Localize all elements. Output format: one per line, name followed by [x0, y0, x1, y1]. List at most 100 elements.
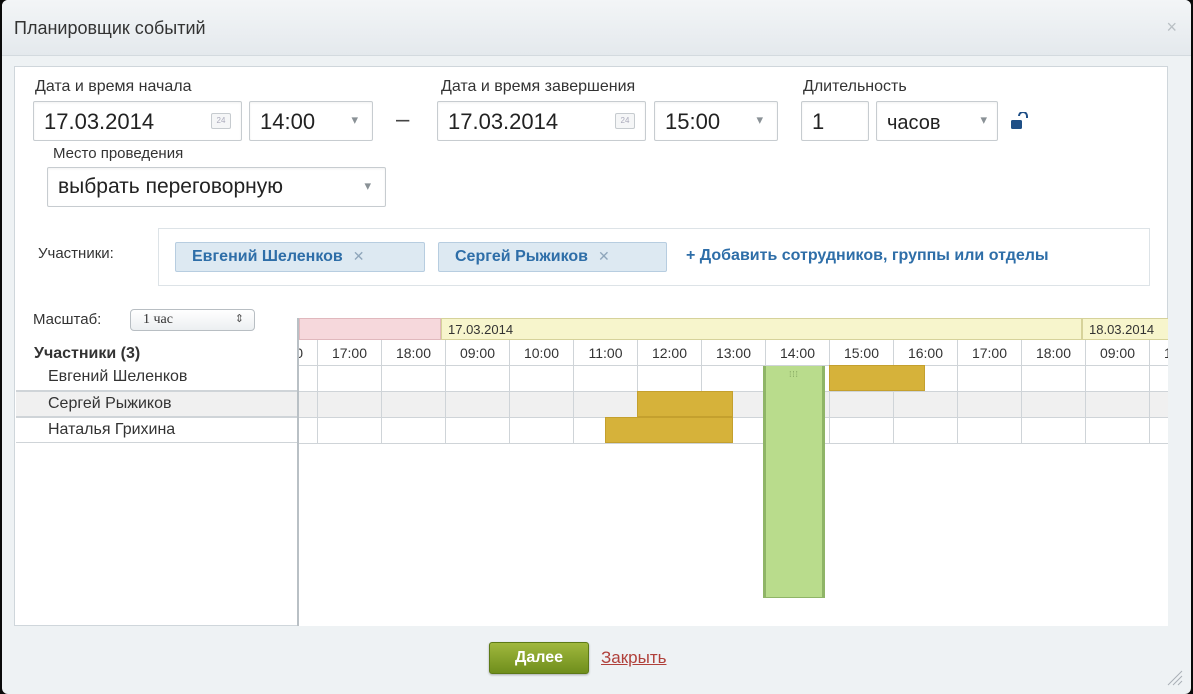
- timeline-cell[interactable]: [957, 392, 1021, 418]
- remove-icon[interactable]: ✕: [353, 248, 365, 264]
- start-time-value: 14:00: [260, 109, 316, 134]
- timeline-cell[interactable]: [1149, 366, 1168, 392]
- start-label: Дата и время начала: [35, 78, 192, 95]
- member-tag: Сергей Рыжиков ✕: [438, 242, 667, 272]
- drag-handle-icon[interactable]: ⁞⁞⁞: [789, 370, 799, 379]
- calendar-icon[interactable]: 24: [615, 113, 635, 129]
- date-header: 17.03.2014: [441, 318, 1082, 340]
- member-tag: Евгений Шеленков ✕: [175, 242, 425, 272]
- timeline-row: [299, 365, 1168, 392]
- participants-header: Участники (3): [34, 345, 141, 362]
- timeline-cell[interactable]: [573, 392, 637, 418]
- scale-label: Масштаб:: [33, 311, 102, 328]
- selected-timeslot[interactable]: ⁞⁞⁞: [763, 366, 825, 598]
- timeline-cell[interactable]: [573, 366, 637, 392]
- timeline-cell[interactable]: [1021, 392, 1085, 418]
- chevron-down-icon: ▾: [756, 112, 763, 127]
- end-date-value: 17.03.2014: [448, 109, 559, 134]
- timeline-cell[interactable]: [299, 366, 317, 392]
- timeline-row: [299, 417, 1168, 444]
- timeline-cell[interactable]: [957, 418, 1021, 444]
- calendar-icon[interactable]: 24: [211, 113, 231, 129]
- timeline-cell[interactable]: [1085, 418, 1149, 444]
- hours-row: 16:0017:0018:0009:0010:0011:0012:0013:00…: [299, 340, 1168, 366]
- timeline-cell[interactable]: [829, 392, 893, 418]
- dialog-titlebar[interactable]: Планировщик событий ×: [2, 0, 1191, 56]
- hour-label: 17:00: [957, 340, 1021, 366]
- timeline-cell[interactable]: [299, 418, 317, 444]
- add-members-link[interactable]: + Добавить сотрудников, группы или отдел…: [686, 247, 1049, 265]
- timeline-cell[interactable]: [445, 418, 509, 444]
- chevron-down-icon: ▾: [980, 112, 987, 127]
- resize-grip-icon[interactable]: [1163, 666, 1183, 686]
- end-time-value: 15:00: [665, 109, 721, 134]
- close-link[interactable]: Закрыть: [601, 648, 666, 668]
- next-button[interactable]: Далее: [489, 642, 589, 674]
- timeline-cell[interactable]: [1149, 392, 1168, 418]
- busy-block: [605, 417, 733, 443]
- duration-unit-select[interactable]: часов ▾: [876, 101, 998, 141]
- start-date-input[interactable]: 17.03.2014 24: [33, 101, 242, 141]
- hour-label: 16:00: [299, 340, 317, 366]
- timeline-cell[interactable]: [381, 392, 445, 418]
- unlock-icon[interactable]: [1010, 112, 1028, 130]
- timeline-cell[interactable]: [1085, 392, 1149, 418]
- hour-label: 14:00: [765, 340, 829, 366]
- timeline-cell[interactable]: [381, 366, 445, 392]
- participant-row[interactable]: Евгений Шеленков: [16, 365, 297, 391]
- start-time-select[interactable]: 14:00 ▾: [249, 101, 373, 141]
- location-value: выбрать переговорную: [58, 175, 283, 198]
- timeline-cell[interactable]: [1149, 418, 1168, 444]
- duration-input[interactable]: 1: [801, 101, 869, 141]
- duration-unit-value: часов: [887, 112, 941, 134]
- timeline-cell[interactable]: [317, 366, 381, 392]
- participant-name: Наталья Грихина: [48, 421, 176, 438]
- hour-label: 15:00: [829, 340, 893, 366]
- stepper-icon: ⇕: [234, 313, 244, 325]
- timeline-cell[interactable]: [637, 366, 701, 392]
- end-time-select[interactable]: 15:00 ▾: [654, 101, 778, 141]
- timeline-cell[interactable]: [893, 392, 957, 418]
- timeline-cell[interactable]: [381, 418, 445, 444]
- timeline-cell[interactable]: [445, 392, 509, 418]
- close-icon[interactable]: ×: [1166, 17, 1177, 38]
- timeline-grid[interactable]: 17.03.2014 18.03.2014 16:0017:0018:0009:…: [299, 318, 1168, 626]
- scale-select[interactable]: 1 час ⇕: [130, 309, 255, 331]
- timeline-cell[interactable]: [893, 418, 957, 444]
- timeline-cell[interactable]: [829, 418, 893, 444]
- location-label: Место проведения: [53, 145, 184, 162]
- timeline-cell[interactable]: [957, 366, 1021, 392]
- chevron-down-icon: ▾: [351, 112, 358, 127]
- remove-icon[interactable]: ✕: [598, 248, 610, 264]
- start-date-value: 17.03.2014: [44, 109, 155, 134]
- member-tag-name: Евгений Шеленков: [192, 248, 343, 265]
- timeline-cell[interactable]: [701, 366, 765, 392]
- end-date-input[interactable]: 17.03.2014 24: [437, 101, 646, 141]
- timeline-cell[interactable]: [1021, 418, 1085, 444]
- timeline-cell[interactable]: [509, 392, 573, 418]
- duration-label: Длительность: [803, 78, 907, 95]
- duration-value: 1: [812, 109, 825, 134]
- hour-label: 09:00: [1085, 340, 1149, 366]
- hour-label: 10:00: [1149, 340, 1168, 366]
- timeline-cell[interactable]: [317, 392, 381, 418]
- range-dash: –: [396, 106, 410, 133]
- hour-label: 10:00: [509, 340, 573, 366]
- busy-block: [829, 365, 925, 391]
- timeline-cell[interactable]: [1021, 366, 1085, 392]
- timeline-cell[interactable]: [317, 418, 381, 444]
- participant-row[interactable]: Наталья Грихина: [16, 417, 297, 443]
- timeline-cell[interactable]: [445, 366, 509, 392]
- timeline-cell[interactable]: [509, 366, 573, 392]
- timeline-row: [299, 391, 1168, 418]
- chevron-down-icon: ▾: [364, 178, 371, 193]
- hour-label: 17:00: [317, 340, 381, 366]
- timeline-cell[interactable]: [299, 392, 317, 418]
- participant-row[interactable]: Сергей Рыжиков: [16, 391, 297, 417]
- hour-label: 16:00: [893, 340, 957, 366]
- end-label: Дата и время завершения: [441, 78, 636, 95]
- hour-label: 18:00: [381, 340, 445, 366]
- timeline-cell[interactable]: [509, 418, 573, 444]
- location-select[interactable]: выбрать переговорную ▾: [47, 167, 386, 207]
- timeline-cell[interactable]: [1085, 366, 1149, 392]
